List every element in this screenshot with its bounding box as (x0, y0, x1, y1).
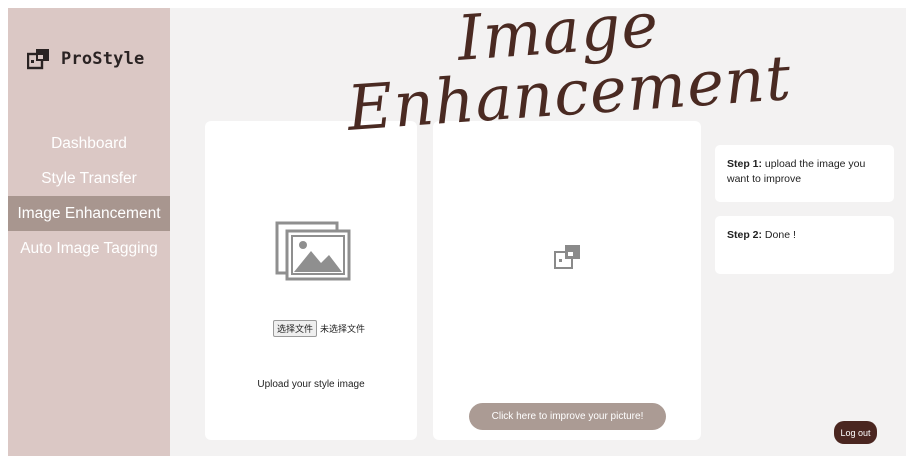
step-1-card: Step 1: upload the image you want to imp… (715, 145, 894, 202)
stacked-squares-icon (553, 243, 583, 271)
sidebar-item-dashboard[interactable]: Dashboard (8, 126, 170, 161)
sidebar-nav: Dashboard Style Transfer Image Enhanceme… (8, 126, 170, 266)
upload-panel: 选择文件 未选择文件 Upload your style image (205, 121, 417, 440)
sidebar-item-auto-image-tagging[interactable]: Auto Image Tagging (8, 231, 170, 266)
step-2-card: Step 2: Done ! (715, 216, 894, 274)
logout-button[interactable]: Log out (834, 421, 877, 444)
image-gallery-icon[interactable] (275, 221, 351, 281)
brand[interactable]: ProStyle (26, 48, 145, 70)
file-input[interactable]: 选择文件 未选择文件 (273, 320, 365, 337)
brand-name: ProStyle (61, 49, 145, 69)
step-2-label: Step 2: (727, 229, 763, 241)
file-status: 未选择文件 (320, 325, 366, 335)
stacked-squares-logo-icon (26, 48, 51, 70)
result-panel: Click here to improve your picture! (433, 121, 701, 440)
step-2-text: Done ! (762, 229, 796, 241)
step-1-label: Step 1: (727, 158, 763, 170)
choose-file-button[interactable]: 选择文件 (273, 320, 318, 337)
upload-caption: Upload your style image (257, 379, 365, 390)
improve-picture-button[interactable]: Click here to improve your picture! (469, 403, 666, 430)
sidebar: ProStyle Dashboard Style Transfer Image … (8, 8, 170, 456)
sidebar-item-image-enhancement[interactable]: Image Enhancement (8, 196, 170, 231)
sidebar-item-style-transfer[interactable]: Style Transfer (8, 161, 170, 196)
